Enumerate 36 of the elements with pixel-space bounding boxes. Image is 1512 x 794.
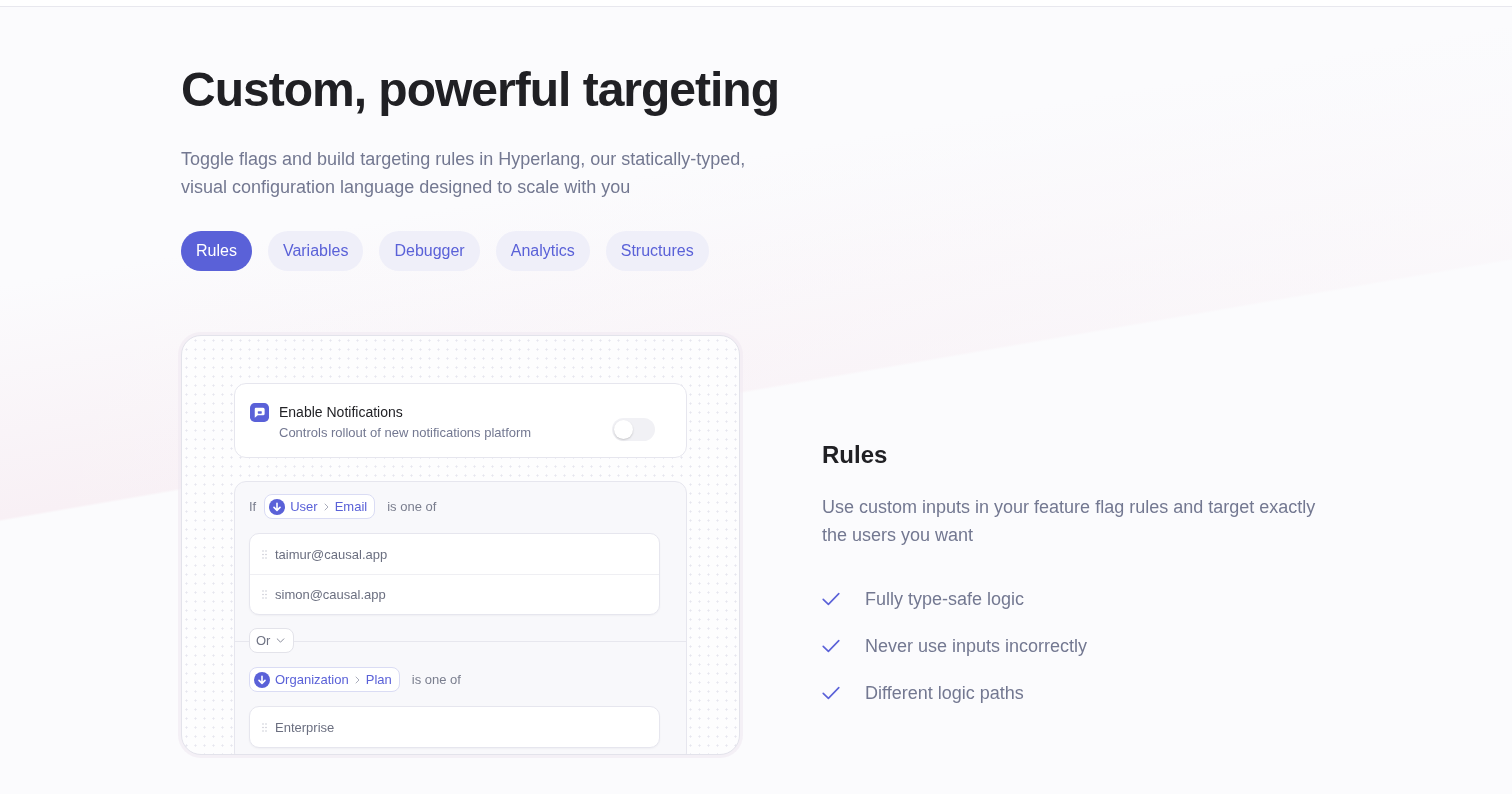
- condition-keyword: If: [249, 499, 257, 514]
- flag-description: Controls rollout of new notifications platform: [279, 425, 532, 441]
- tab[interactable]: Structures: [605, 231, 709, 271]
- page-subtitle: Toggle flags and build targeting rules in Hyperlang, our statically-typed, visual configuration language designed to scale with you: [181, 148, 747, 199]
- operator-label: is one of: [411, 672, 461, 687]
- feature-text: Fully type-safe logic: [865, 588, 1025, 611]
- operator-label: is one of: [387, 499, 437, 514]
- value-item[interactable]: Enterprise: [250, 707, 659, 747]
- chevron-right-icon: [323, 502, 329, 511]
- check-icon: [822, 639, 840, 653]
- tab[interactable]: Analytics: [495, 231, 590, 271]
- tab[interactable]: Debugger: [379, 231, 480, 271]
- attribute-selector[interactable]: User Email: [264, 494, 376, 519]
- tab[interactable]: Variables: [267, 231, 364, 271]
- feature-text: Never use inputs incorrectly: [865, 635, 1088, 658]
- check-icon: [822, 592, 840, 606]
- chevron-right-icon: [354, 675, 360, 684]
- check-icon: [822, 686, 840, 700]
- toggle-switch[interactable]: [612, 417, 655, 441]
- flag-name: Enable Notifications: [279, 403, 404, 421]
- feature-text: Different logic paths: [865, 682, 1024, 705]
- page-title: Custom, powerful targeting: [181, 62, 779, 118]
- drag-handle-icon: [262, 590, 267, 599]
- detail-description: Use custom inputs in your feature flag rules and target exactly the users you want: [822, 496, 1317, 547]
- attribute-selector[interactable]: Organization Plan: [249, 667, 400, 692]
- combinator-dropdown[interactable]: Or: [249, 628, 295, 653]
- drag-handle-icon: [262, 722, 267, 732]
- chevron-down-icon: [276, 638, 286, 643]
- chat-bubble-icon: [250, 403, 269, 422]
- tab[interactable]: Rules: [181, 231, 252, 271]
- value-item[interactable]: taimur@causal.app: [250, 534, 659, 574]
- drag-handle-icon: [262, 549, 267, 559]
- detail-title: Rules: [822, 440, 888, 470]
- value-item[interactable]: simon@causal.app: [250, 574, 659, 614]
- arrow-down-icon: [254, 671, 270, 688]
- arrow-down-icon: [269, 498, 286, 515]
